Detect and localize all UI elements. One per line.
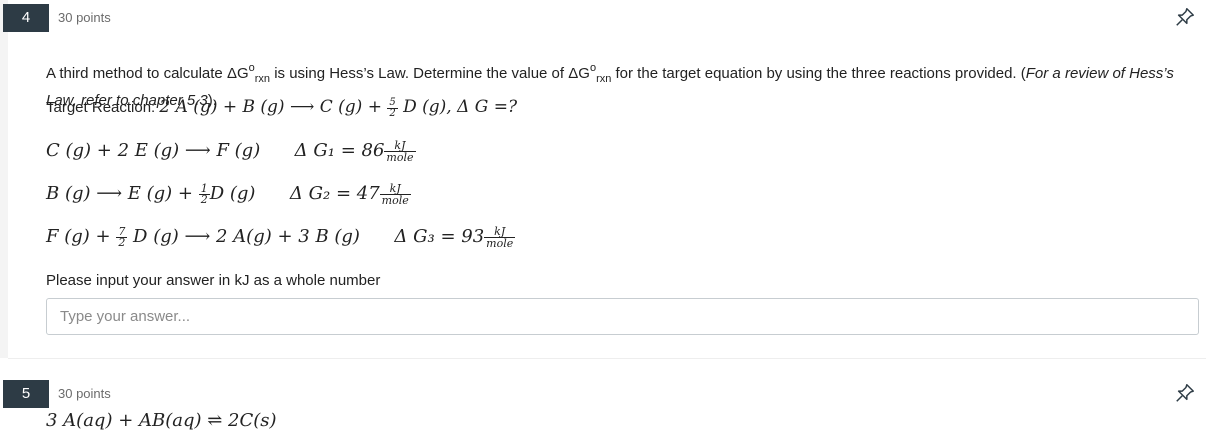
unit-fraction: kJ mole <box>484 225 516 251</box>
question-text: 3 A(aq) + AB(aq) ⇌ 2C(s) <box>46 410 277 431</box>
question-4: 4 30 points A third method to calculate … <box>0 0 1206 358</box>
pin-icon[interactable] <box>1174 382 1196 404</box>
question-5: 5 30 points 3 A(aq) + AB(aq) ⇌ 2C(s) <box>0 376 1206 431</box>
question-number-badge: 5 <box>3 380 49 408</box>
question-points: 30 points <box>58 386 111 401</box>
question-number-badge: 4 <box>3 4 49 32</box>
fraction: 52 <box>387 96 398 119</box>
reaction-3: F (g) + 72 D (g) ⟶ 2 A(g) + 3 B (g) Δ G₃… <box>46 224 516 251</box>
target-reaction: Target Reaction: 2 A (g) + B (g) ⟶ C (g)… <box>46 96 518 119</box>
reaction-2: B (g) ⟶ E (g) + 12D (g) Δ G₂ = 47 kJ mole <box>46 181 411 208</box>
unit-fraction: kJ mole <box>384 139 416 165</box>
unit-fraction: kJ mole <box>379 182 411 208</box>
reaction-1: C (g) + 2 E (g) ⟶ F (g) Δ G₁ = 86 kJ mole <box>46 139 416 165</box>
question-divider <box>8 358 1206 359</box>
pin-icon[interactable] <box>1174 6 1196 28</box>
question-points: 30 points <box>58 10 111 25</box>
answer-prompt: Please input your answer in kJ as a whol… <box>46 272 381 289</box>
answer-input[interactable] <box>46 298 1199 335</box>
